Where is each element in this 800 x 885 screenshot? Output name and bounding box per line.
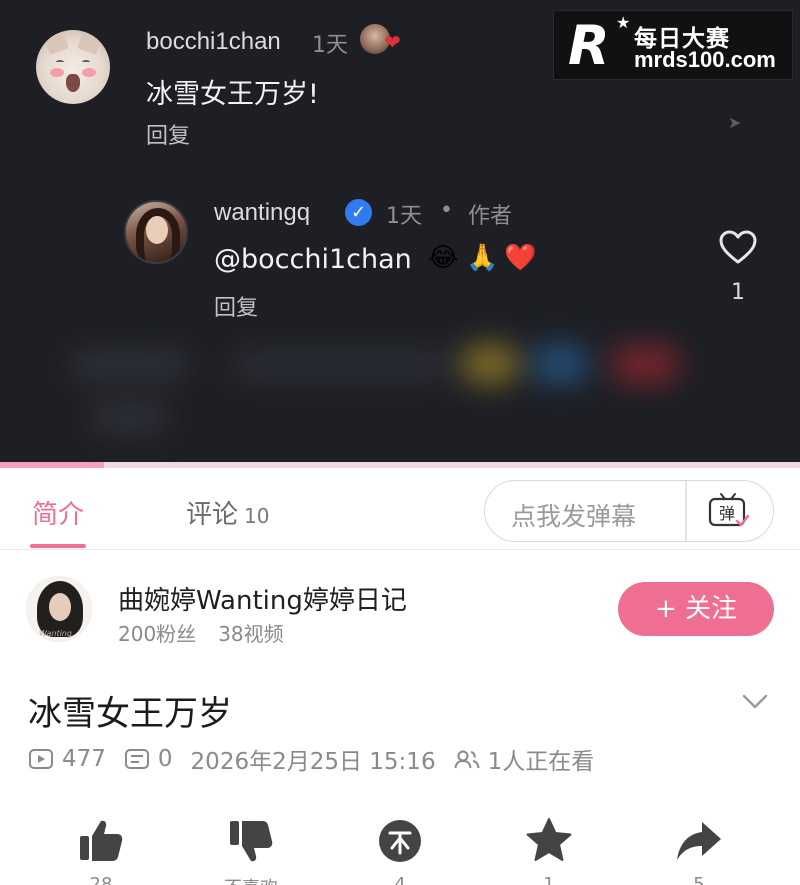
like-thumb-icon[interactable] bbox=[76, 816, 126, 866]
video-title: 冰雪女王万岁 bbox=[28, 694, 232, 734]
tab-comments-count: 10 bbox=[244, 504, 270, 528]
verified-icon: ✓ bbox=[345, 199, 372, 226]
tab-active-indicator bbox=[30, 544, 86, 548]
like-heart-icon[interactable] bbox=[718, 228, 758, 268]
chevron-down-icon[interactable] bbox=[740, 690, 770, 714]
reply-button[interactable]: 回复 bbox=[214, 290, 258, 322]
comment-text: 冰雪女王万岁! bbox=[146, 79, 319, 110]
reply-username[interactable]: wantingq bbox=[214, 199, 310, 227]
danmaku-count-icon bbox=[124, 749, 149, 769]
watching-count: 1人正在看 bbox=[487, 749, 595, 775]
share-arrow-icon[interactable] bbox=[674, 816, 724, 866]
like-count-label: 28 bbox=[89, 874, 113, 885]
video-count: 38视频 bbox=[218, 622, 284, 646]
pray-emoji-icon: 🙏 bbox=[466, 243, 499, 273]
red-heart-emoji-icon: ❤️ bbox=[504, 243, 537, 273]
heart-icon: ❤ bbox=[384, 30, 401, 54]
video-meta: 477 0 2026年2月25日 15:16 1人正在看 bbox=[28, 744, 595, 775]
tab-intro[interactable]: 简介 bbox=[32, 494, 84, 531]
view-count: 477 bbox=[62, 746, 106, 772]
danmaku-toggle-icon[interactable]: 弹 bbox=[707, 491, 749, 531]
uploader-avatar[interactable]: Wanting bbox=[26, 576, 92, 642]
publish-date: 2026年2月25日 15:16 bbox=[190, 749, 436, 775]
coin-count-label: 4 bbox=[394, 874, 406, 885]
like-count: 1 bbox=[731, 280, 745, 305]
danmaku-placeholder: 点我发弹幕 bbox=[511, 502, 637, 531]
favorite-star-icon[interactable] bbox=[524, 816, 574, 866]
cursor-icon: ➤ bbox=[728, 113, 742, 132]
avatar-signature: Wanting bbox=[39, 629, 72, 638]
uploader-stats: 200粉丝 38视频 bbox=[118, 618, 284, 647]
avatar[interactable] bbox=[124, 200, 188, 264]
share-count-label: 5 bbox=[693, 874, 705, 885]
watermark-logo: R ★ 每日大赛 mrds100.com bbox=[553, 10, 793, 80]
dislike-thumb-icon[interactable] bbox=[226, 816, 276, 866]
tab-comments[interactable]: 评论 10 bbox=[186, 494, 269, 531]
uploader-name[interactable]: 曲婉婷Wanting婷婷日记 bbox=[118, 580, 407, 617]
blurred-comments bbox=[30, 330, 730, 450]
tab-comments-label: 评论 bbox=[186, 500, 239, 530]
tab-bar: 简介 评论 10 点我发弹幕 弹 bbox=[0, 468, 800, 550]
app-screen: bocchi1chan 1天 ❤ 冰雪女王万岁! 回复 ➤ wantingq ✓… bbox=[0, 0, 800, 885]
comment-time: 1天 bbox=[312, 33, 348, 58]
svg-text:弹: 弹 bbox=[719, 504, 735, 523]
follower-count: 200粉丝 bbox=[118, 622, 197, 646]
video-comment-panel: bocchi1chan 1天 ❤ 冰雪女王万岁! 回复 ➤ wantingq ✓… bbox=[0, 0, 800, 468]
dislike-label: 不喜欢 bbox=[206, 874, 296, 885]
watching-people-icon bbox=[454, 750, 480, 769]
reply-button[interactable]: 回复 bbox=[146, 118, 190, 150]
avatar[interactable] bbox=[36, 30, 110, 104]
reply-mention[interactable]: @bocchi1chan bbox=[214, 244, 412, 275]
comment-username[interactable]: bocchi1chan bbox=[146, 28, 281, 56]
danmaku-input[interactable]: 点我发弹幕 弹 bbox=[484, 480, 774, 542]
reply-time: 1天 bbox=[386, 204, 422, 229]
author-tag: 作者 bbox=[468, 204, 513, 229]
favorite-count-label: 1 bbox=[543, 874, 555, 885]
danmaku-count: 0 bbox=[157, 746, 173, 772]
play-count-icon bbox=[29, 749, 53, 769]
laughing-emoji-icon: 😂 bbox=[428, 243, 459, 273]
separator-dot: • bbox=[440, 198, 453, 223]
coin-icon[interactable] bbox=[375, 816, 425, 866]
follow-button[interactable]: + 关注 bbox=[618, 582, 774, 636]
